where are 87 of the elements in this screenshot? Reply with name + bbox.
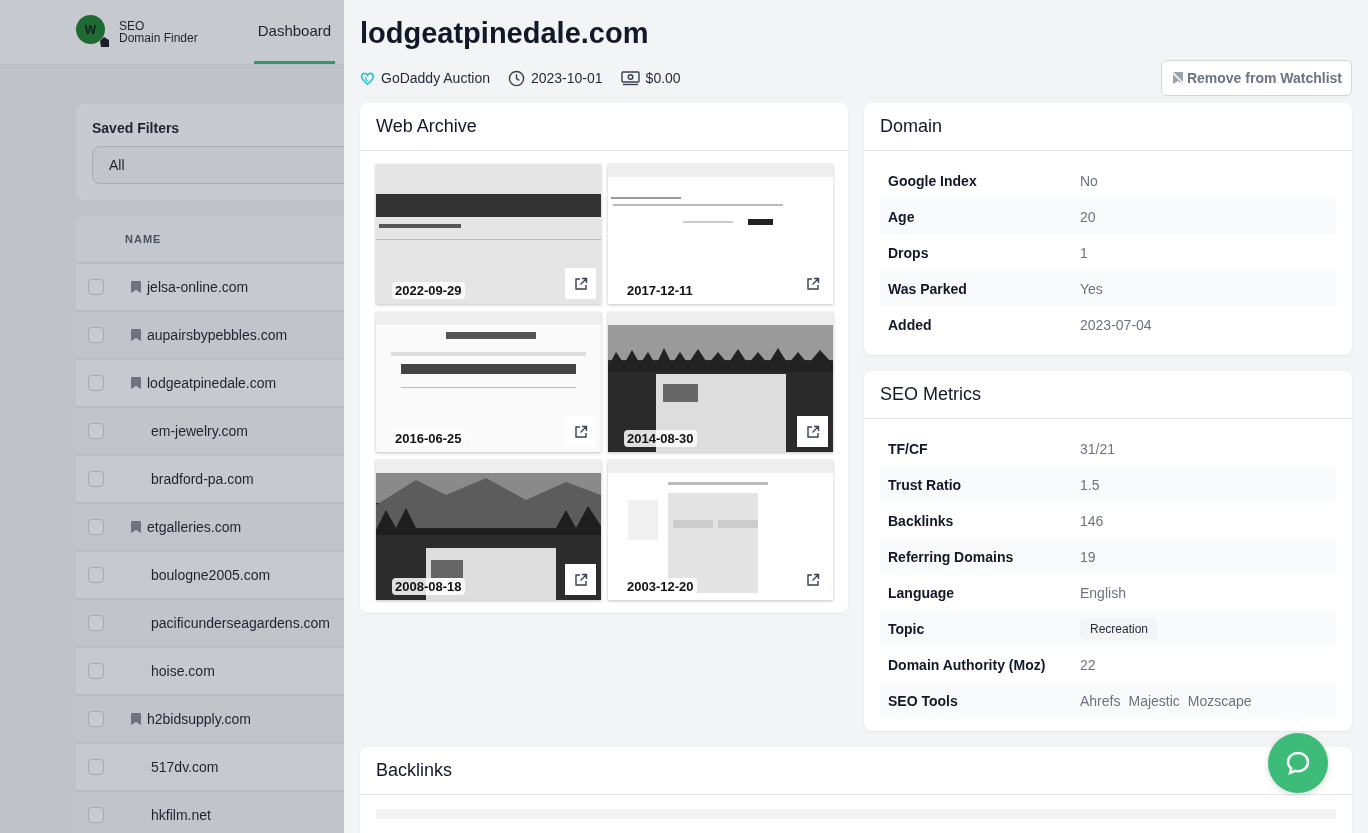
checkbox[interactable]	[88, 327, 104, 343]
field-value: 146	[1080, 513, 1104, 529]
domain-title: lodgeatpinedale.com	[360, 16, 650, 51]
checkbox[interactable]	[88, 471, 104, 487]
checkbox[interactable]	[88, 423, 104, 439]
field-label: Added	[888, 317, 933, 333]
domain-name[interactable]: jelsa-online.com	[147, 279, 249, 295]
saved-filters-select[interactable]: All	[92, 146, 344, 184]
checkbox[interactable]	[88, 759, 104, 775]
domain-name[interactable]: 517dv.com	[151, 759, 219, 775]
chat-button[interactable]	[1268, 733, 1328, 793]
field-label: Google Index	[888, 173, 978, 189]
card-title: Backlinks	[376, 760, 453, 781]
tool-link[interactable]: Ahrefs	[1080, 693, 1121, 709]
card-title: SEO Metrics	[880, 384, 981, 405]
domain-name[interactable]: boulogne2005.com	[151, 567, 271, 583]
tool-link[interactable]: Majestic	[1128, 693, 1180, 709]
external-link-icon	[805, 424, 820, 439]
checkbox[interactable]	[88, 663, 104, 679]
price: $0.00	[645, 70, 681, 86]
field-label: Referring Domains	[888, 549, 1015, 565]
field-label: Backlinks	[888, 513, 955, 529]
domain-name[interactable]: lodgeatpinedale.com	[147, 375, 277, 391]
domain-name[interactable]: em-jewelry.com	[151, 423, 248, 439]
checkbox[interactable]	[88, 279, 104, 295]
snapshot-date: 2014-08-30	[624, 430, 697, 447]
external-link-icon	[573, 572, 588, 587]
snapshot-date: 2022-09-29	[392, 282, 465, 299]
open-snapshot-button[interactable]	[565, 416, 596, 447]
open-snapshot-button[interactable]	[565, 268, 596, 299]
auction-source: GoDaddy Auction	[381, 70, 490, 86]
checkbox[interactable]	[88, 807, 104, 823]
external-link-icon	[573, 424, 588, 439]
field-label: Topic	[888, 621, 926, 637]
field-value: 22	[1080, 657, 1096, 673]
snapshot-date: 2008-08-18	[392, 578, 465, 595]
field-label: TF/CF	[888, 441, 929, 457]
field-value: 1.5	[1080, 477, 1100, 493]
external-link-icon	[573, 276, 588, 291]
field-value: No	[1080, 173, 1098, 189]
domain-name[interactable]: h2bidsupply.com	[147, 711, 252, 727]
topic-tag: Recreation	[1080, 618, 1159, 640]
field-value: 19	[1080, 549, 1096, 565]
remove-watchlist-button[interactable]: Remove from Watchlist	[1160, 60, 1352, 96]
checkbox[interactable]	[88, 519, 104, 535]
snapshot-date: 2003-12-20	[624, 578, 697, 595]
field-value: Yes	[1080, 281, 1103, 297]
checkbox[interactable]	[88, 711, 104, 727]
chat-bubble-icon	[1285, 750, 1311, 776]
card-title: Web Archive	[376, 116, 477, 137]
column-header: NAME	[125, 233, 162, 245]
field-label: Drops	[888, 245, 930, 261]
domain-name[interactable]: pacificunderseagardens.com	[151, 615, 330, 631]
banknote-icon	[620, 70, 640, 86]
checkbox[interactable]	[88, 375, 104, 391]
field-label: Domain Authority (Moz)	[888, 657, 1047, 673]
field-value: 2023-07-04	[1080, 317, 1152, 333]
open-snapshot-button[interactable]	[565, 564, 596, 595]
bookmark-off-icon	[1170, 71, 1185, 85]
checkbox[interactable]	[88, 615, 104, 631]
heart-logo-icon	[360, 70, 375, 86]
field-label: Trust Ratio	[888, 477, 963, 493]
external-link-icon	[805, 276, 820, 291]
open-snapshot-button[interactable]	[797, 416, 828, 447]
snapshot-date: 2016-06-25	[392, 430, 465, 447]
field-label: Age	[888, 209, 916, 225]
field-value: 20	[1080, 209, 1096, 225]
checkbox[interactable]	[88, 567, 104, 583]
clock-icon	[507, 69, 525, 87]
nav-tab[interactable]: Dashboard	[253, 0, 336, 64]
domain-name[interactable]: aupairsbypebbles.com	[147, 327, 288, 343]
domain-name[interactable]: hkfilm.net	[151, 807, 211, 823]
brand-name: SEO	[119, 20, 146, 32]
field-label: SEO Tools	[888, 693, 959, 709]
field-value: 31/21	[1080, 441, 1116, 457]
domain-name[interactable]: bradford-pa.com	[151, 471, 254, 487]
brand-name: Domain Finder	[119, 32, 198, 44]
card-title: Domain	[880, 116, 943, 137]
field-label: Language	[888, 585, 956, 601]
field-value: 1	[1080, 245, 1088, 261]
domain-name[interactable]: etgalleries.com	[147, 519, 242, 535]
field-label: Saved Filters	[92, 120, 181, 136]
domain-name[interactable]: hoise.com	[151, 663, 215, 679]
external-link-icon	[805, 572, 820, 587]
tool-link[interactable]: Mozscape	[1187, 693, 1252, 709]
field-label: Was Parked	[888, 281, 968, 297]
end-date: 2023-10-01	[530, 70, 603, 86]
